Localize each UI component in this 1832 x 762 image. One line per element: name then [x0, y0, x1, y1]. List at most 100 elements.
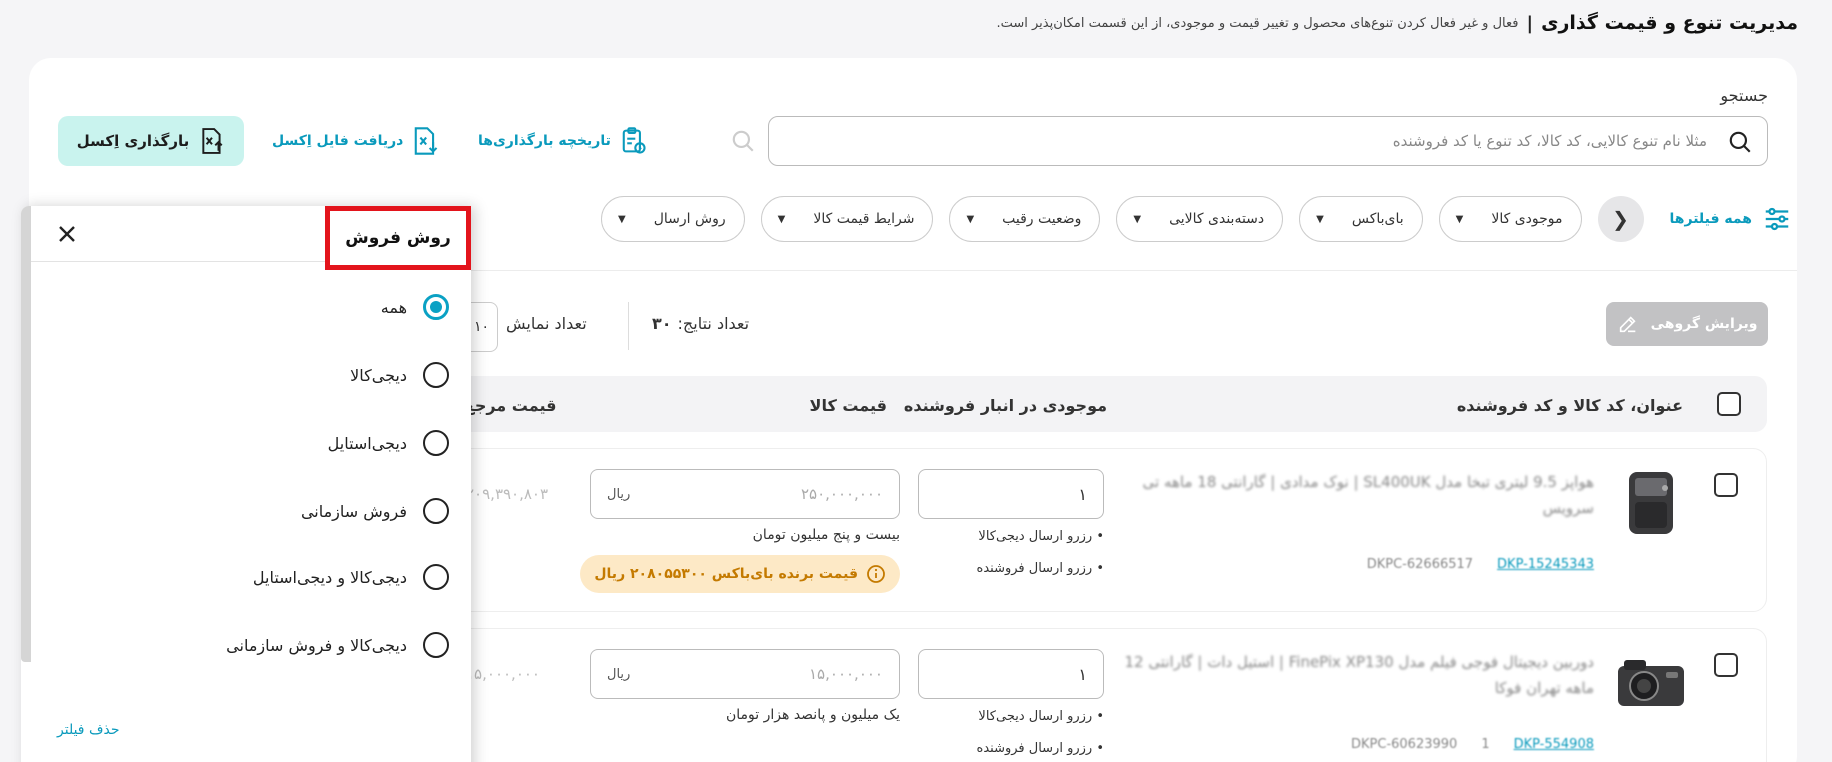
radio-option-organizational[interactable]: فروش سازمانی — [301, 498, 449, 524]
filter-chip-label: روش ارسال — [653, 211, 726, 227]
product-thumbnail — [1614, 467, 1688, 541]
info-icon — [867, 565, 885, 583]
download-excel-link[interactable]: دریافت فایل اِکسل — [272, 126, 439, 156]
column-header-price: قیمت کالا — [809, 396, 887, 415]
clear-filter-link[interactable]: حذف فیلتر — [57, 722, 119, 738]
excel-download-icon — [415, 127, 438, 155]
filter-chip-competitor[interactable]: وضعیت رقیب ▼ — [949, 196, 1101, 242]
filter-chip-stock[interactable]: موجودی کالا ▼ — [1438, 196, 1582, 242]
results-count: تعداد نتایج: ۳۰ — [652, 314, 749, 333]
panel-scrollbar[interactable] — [21, 206, 31, 662]
filter-chip-buybox[interactable]: بای‌باکس ▼ — [1299, 196, 1423, 242]
pencil-icon — [1619, 316, 1636, 333]
variant-code: DKPC-62666517 — [1366, 557, 1474, 572]
sliders-icon — [1765, 207, 1789, 231]
caret-down-icon: ▼ — [1455, 213, 1464, 225]
all-filters-label: همه فیلترها — [1669, 211, 1752, 227]
buybox-winner-text: قیمت برنده بای‌باکس ۲۰۸۰۵۵۳۰۰ ریال — [594, 566, 858, 582]
caret-down-icon: ▼ — [1133, 213, 1142, 225]
caret-down-icon: ▼ — [777, 213, 786, 225]
product-codes: DKP-554908 1 DKPC-60623990 — [1351, 737, 1594, 752]
page-header: مدیریت تنوع و قیمت گذاری | فعال و غیر فع… — [34, 8, 1798, 38]
buybox-winner-badge: قیمت برنده بای‌باکس ۲۰۸۰۵۵۳۰۰ ریال — [580, 555, 900, 593]
bulk-edit-label: ویرایش گروهی — [1650, 316, 1758, 332]
column-header-stock: موجودی در انبار فروشنده — [903, 396, 1107, 415]
upload-history-link[interactable]: تاریخچه بارگذاری‌ها — [478, 126, 647, 156]
price-input[interactable]: ۱۵,۰۰۰,۰۰۰ ریال — [590, 649, 900, 699]
price-in-words: یک میلیون و پانصد هزار تومان — [725, 707, 900, 723]
download-excel-label: دریافت فایل اِکسل — [272, 133, 404, 149]
search-input[interactable] — [847, 125, 1707, 157]
reserve-seller: • رزرو ارسال فروشنده — [976, 741, 1104, 756]
filter-chip-label: بای‌باکس — [1351, 211, 1404, 227]
radio-option-digikala[interactable]: دیجی‌کالا — [350, 362, 449, 388]
camera-image — [1618, 660, 1684, 706]
radio-option-digikala-digistyle[interactable]: دیجی‌کالا و دیجی‌استایل — [253, 564, 449, 590]
radio-label: همه — [380, 297, 407, 317]
air-fryer-image — [1629, 472, 1673, 534]
reference-price: ۱۵,۰۰۰,۰۰۰ — [466, 665, 540, 683]
upload-history-label: تاریخچه بارگذاری‌ها — [478, 133, 611, 149]
radio-option-digikala-organizational[interactable]: دیجی‌کالا و فروش سازمانی — [226, 632, 449, 658]
caret-down-icon: ▼ — [1316, 213, 1324, 225]
filter-chip-price-conditions[interactable]: شرایط قیمت کالا ▼ — [760, 196, 934, 242]
title-separator: | — [1526, 12, 1534, 34]
radio-button[interactable] — [423, 430, 449, 456]
search-label: جستجو — [1720, 86, 1768, 105]
search-box[interactable] — [768, 116, 1768, 166]
stock-input[interactable]: ۱ — [918, 469, 1104, 519]
price-in-words: بیست و پنج میلیون تومان — [752, 527, 900, 543]
radio-label: فروش سازمانی — [300, 501, 407, 521]
radio-button[interactable] — [423, 632, 449, 658]
row-checkbox[interactable] — [1714, 473, 1738, 497]
filters-row: همه فیلترها ❮ موجودی کالا ▼ بای‌باکس ▼ دست… — [601, 196, 1792, 242]
price-unit: ریال — [607, 486, 631, 502]
product-thumbnail — [1614, 647, 1688, 721]
product-codes: DKP-15245343 DKPC-62666517 — [1367, 557, 1594, 572]
page-title: مدیریت تنوع و قیمت گذاری — [1541, 12, 1798, 34]
filter-chip-label: وضعیت رقیب — [1002, 211, 1082, 227]
radio-option-digistyle[interactable]: دیجی‌استایل — [328, 430, 449, 456]
filter-chip-label: دسته‌بندی کالایی — [1169, 211, 1265, 227]
row-checkbox[interactable] — [1714, 653, 1738, 677]
stock-input[interactable]: ۱ — [918, 649, 1104, 699]
radio-button[interactable] — [423, 294, 449, 320]
product-title: دوربین دیجیتال فوجی فیلم مدل FinePix XP1… — [1124, 653, 1594, 697]
excel-upload-icon — [202, 128, 223, 154]
results-count-label: تعداد نتایج: — [677, 314, 750, 333]
column-header-title: عنوان، کد کالا و کد فروشنده — [1456, 396, 1683, 415]
product-code-link[interactable]: DKP-15245343 — [1497, 557, 1594, 572]
radio-label: دیجی‌کالا و فروش سازمانی — [226, 635, 407, 655]
radio-label: دیجی‌استایل — [327, 433, 407, 453]
radio-button[interactable] — [423, 564, 449, 590]
radio-label: دیجی‌کالا — [350, 365, 407, 385]
radio-option-all[interactable]: همه — [381, 294, 449, 320]
close-icon[interactable] — [55, 222, 79, 246]
select-all-checkbox[interactable] — [1717, 392, 1741, 416]
filter-chip-label: موجودی کالا — [1491, 211, 1563, 227]
price-value: ۱۵,۰۰۰,۰۰۰ — [809, 665, 883, 683]
radio-button[interactable] — [423, 498, 449, 524]
search-icon — [1729, 131, 1751, 153]
results-count-value: ۳۰ — [652, 314, 672, 333]
variant-code: DKPC-60623990 — [1351, 737, 1458, 752]
upload-excel-button[interactable]: بارگذاری اِکسل — [58, 116, 244, 166]
upload-excel-label: بارگذاری اِکسل — [76, 132, 190, 150]
filter-chip-shipping[interactable]: روش ارسال ▼ — [601, 196, 745, 242]
filter-chip-category[interactable]: دسته‌بندی کالایی ▼ — [1116, 196, 1284, 242]
product-code-link[interactable]: DKP-554908 — [1514, 737, 1594, 752]
radio-button[interactable] — [423, 362, 449, 388]
code-extra: 1 — [1481, 737, 1490, 752]
product-title: هواپز 9.5 لیتری تبخا مدل SL400UK | نوک م… — [1142, 473, 1594, 517]
price-input[interactable]: ۲۵۰,۰۰۰,۰۰۰ ریال — [590, 469, 900, 519]
bulk-edit-button[interactable]: ویرایش گروهی — [1606, 302, 1768, 346]
all-filters-button[interactable]: همه فیلترها — [1670, 204, 1792, 234]
price-unit: ریال — [607, 666, 631, 682]
price-value: ۲۵۰,۰۰۰,۰۰۰ — [800, 485, 883, 503]
filter-chip-label: شرایط قیمت کالا — [813, 211, 915, 227]
panel-title: روش فروش — [325, 206, 471, 270]
radio-label: دیجی‌کالا و دیجی‌استایل — [252, 567, 407, 587]
chevron-left-icon[interactable]: ❮ — [1597, 196, 1644, 242]
search-icon[interactable] — [730, 128, 756, 154]
page-description: فعال و غیر فعال کردن تنوع‌های محصول و تغ… — [996, 15, 1519, 31]
